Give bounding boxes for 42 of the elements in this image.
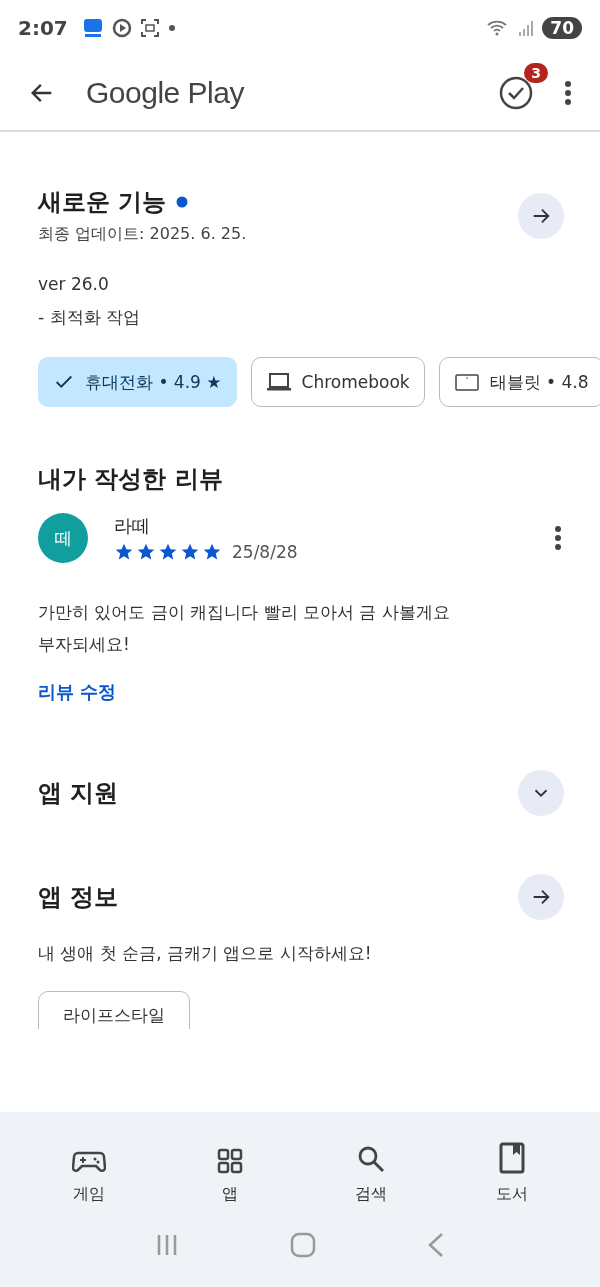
screenshot-icon: [139, 18, 160, 38]
arrow-button[interactable]: [518, 192, 564, 239]
more-options-icon[interactable]: [564, 80, 572, 106]
device-chip[interactable]: 휴대전화 • 4.9 ★: [38, 357, 237, 408]
home-icon[interactable]: [290, 1232, 316, 1258]
dot-icon: [167, 24, 176, 32]
review-date: 25/8/28: [232, 542, 298, 563]
reviewer-name: 라떼: [114, 514, 151, 539]
device-chip[interactable]: 태블릿 • 4.8: [438, 357, 600, 408]
nav-tab[interactable]: 도서: [466, 1126, 557, 1206]
back-icon[interactable]: [426, 1232, 445, 1258]
tablet-icon: [453, 372, 480, 393]
avatar: 떼: [38, 513, 88, 564]
release-note: - 최적화 작업: [38, 306, 141, 330]
more-options-icon[interactable]: [554, 525, 562, 552]
update-date: 최종 업데이트: 2025. 6. 25.: [38, 224, 247, 245]
section-title: 새로운 기능: [38, 187, 167, 218]
app-notification-icon: [81, 18, 104, 38]
nav-tab[interactable]: 게임: [43, 1126, 134, 1206]
nav-tab[interactable]: 검색: [325, 1126, 416, 1206]
arrow-button[interactable]: [518, 874, 564, 921]
play-circle-icon: [111, 18, 132, 38]
review-text: 가만히 있어도 금이 캐집니다 빨리 모아서 금 사볼게요 부자되세요!: [38, 601, 451, 656]
section-title: 내가 작성한 리뷰: [38, 464, 224, 496]
app-bar-title: Google Play: [86, 76, 244, 110]
category-chip[interactable]: 라이프스타일: [38, 991, 190, 1030]
app-description: 내 생애 첫 순금, 금캐기 앱으로 시작하세요!: [38, 942, 373, 966]
signal-icon: [518, 19, 535, 37]
edit-review-link[interactable]: 리뷰 수정: [38, 680, 117, 705]
notification-badge: 3: [524, 63, 548, 83]
release-note: ver 26.0: [38, 273, 110, 296]
status-time: 2:07: [18, 16, 68, 40]
check-circle-icon[interactable]: [498, 75, 534, 111]
nav-tab[interactable]: 앱: [184, 1126, 275, 1206]
book-icon: [498, 1142, 525, 1174]
section-title: 앱 정보: [38, 882, 119, 914]
new-dot-icon: [176, 196, 189, 208]
laptop-icon: [265, 372, 292, 393]
battery-indicator: 70: [542, 17, 582, 39]
device-chip[interactable]: Chromebook: [250, 357, 425, 408]
section-title: 앱 지원: [38, 778, 119, 810]
apps-grid-icon: [216, 1148, 243, 1174]
